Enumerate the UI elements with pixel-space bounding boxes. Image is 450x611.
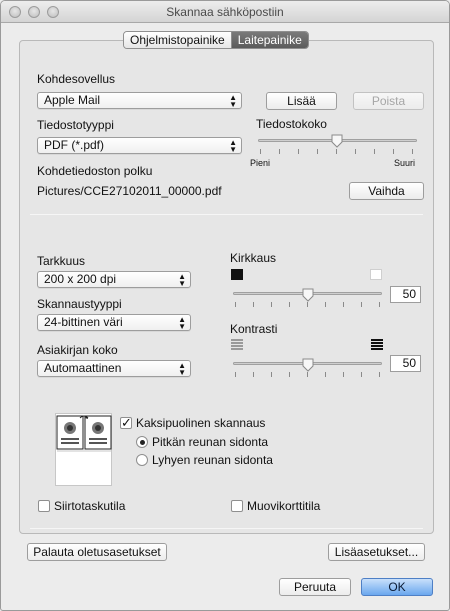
short-edge-radio[interactable] — [136, 454, 148, 466]
file-size-ticks — [258, 149, 417, 155]
tab-device-button[interactable]: Laitepainike — [231, 32, 308, 48]
short-edge-label: Lyhyen reunan sidonta — [152, 453, 273, 467]
add-app-button[interactable]: Lisää — [266, 92, 337, 110]
popup-arrows-icon: ▲ ▼ — [178, 272, 186, 288]
restore-defaults-button[interactable]: Palauta oletusasetukset — [27, 543, 167, 561]
document-size-label: Asiakirjan koko — [37, 343, 118, 357]
change-path-button[interactable]: Vaihda — [349, 182, 424, 200]
contrast-label: Kontrasti — [230, 322, 278, 336]
carrier-sheet-checkbox[interactable] — [38, 500, 50, 512]
file-path-value: Pictures/CCE27102011_00000.pdf — [37, 184, 222, 198]
duplex-label: Kaksipuolinen skannaus — [136, 416, 266, 430]
scan-type-popup[interactable]: 24-bittinen väri ▲ ▼ — [37, 314, 191, 331]
brightness-light-icon — [370, 269, 382, 280]
long-edge-radio[interactable] — [136, 436, 148, 448]
contrast-slider-thumb[interactable] — [302, 358, 314, 372]
popup-arrows-icon: ▲ ▼ — [178, 361, 186, 377]
brightness-ticks — [233, 302, 382, 308]
plastic-card-checkbox[interactable] — [231, 500, 243, 512]
document-size-popup[interactable]: Automaattinen ▲ ▼ — [37, 360, 191, 377]
contrast-ticks — [233, 372, 382, 378]
popup-arrows-icon: ▲ ▼ — [229, 93, 237, 109]
document-size-value: Automaattinen — [44, 361, 122, 375]
remove-app-button[interactable]: Poista — [353, 92, 424, 110]
brightness-label: Kirkkaus — [230, 251, 277, 265]
file-size-max-label: Suuri — [394, 158, 416, 168]
resolution-value: 200 x 200 dpi — [44, 272, 117, 286]
file-size-min-label: Pieni — [250, 158, 271, 168]
advanced-settings-button[interactable]: Lisäasetukset... — [328, 543, 425, 561]
target-app-value: Apple Mail — [44, 93, 101, 107]
contrast-value-field[interactable]: 50 — [390, 355, 421, 372]
popup-arrows-icon: ▲ ▼ — [178, 315, 186, 331]
duplex-checkbox[interactable] — [120, 415, 132, 431]
tab-software-button[interactable]: Ohjelmistopainike — [124, 32, 232, 48]
contrast-high-icon — [371, 339, 383, 350]
file-size-slider-thumb[interactable] — [331, 134, 343, 148]
brightness-dark-icon — [231, 269, 243, 280]
resolution-popup[interactable]: 200 x 200 dpi ▲ ▼ — [37, 271, 191, 288]
resolution-label: Tarkkuus — [37, 254, 86, 268]
file-size-label: Tiedostokoko — [256, 117, 327, 131]
plastic-card-label: Muovikorttitila — [247, 499, 321, 513]
file-path-label: Kohdetiedoston polku — [37, 164, 153, 178]
scan-type-label: Skannaustyyppi — [37, 297, 122, 311]
target-app-popup[interactable]: Apple Mail ▲ ▼ — [37, 92, 242, 109]
cancel-button[interactable]: Peruuta — [279, 578, 351, 596]
file-type-popup[interactable]: PDF (*.pdf) ▲ ▼ — [37, 137, 242, 154]
contrast-low-icon — [231, 339, 243, 350]
dialog-window: Skannaa sähköpostiin Ohjelmistopainike L… — [0, 0, 450, 611]
section-divider — [30, 214, 423, 215]
long-edge-label: Pitkän reunan sidonta — [152, 435, 269, 449]
scan-type-value: 24-bittinen väri — [44, 315, 123, 329]
window-title: Skannaa sähköpostiin — [166, 5, 284, 19]
brightness-slider-thumb[interactable] — [302, 288, 314, 302]
carrier-sheet-label: Siirtotaskutila — [54, 499, 126, 513]
duplex-pages-icon — [56, 415, 112, 452]
popup-arrows-icon: ▲ ▼ — [229, 138, 237, 154]
target-app-label: Kohdesovellus — [37, 72, 116, 86]
title-bar: Skannaa sähköpostiin — [1, 1, 449, 23]
footer-divider — [30, 528, 423, 529]
file-type-label: Tiedostotyyppi — [37, 118, 114, 132]
tab-bar: Ohjelmistopainike Laitepainike — [123, 31, 309, 49]
ok-button[interactable]: OK — [361, 578, 433, 596]
file-type-value: PDF (*.pdf) — [44, 138, 105, 152]
duplex-preview-image — [55, 413, 112, 486]
brightness-value-field[interactable]: 50 — [390, 286, 421, 303]
